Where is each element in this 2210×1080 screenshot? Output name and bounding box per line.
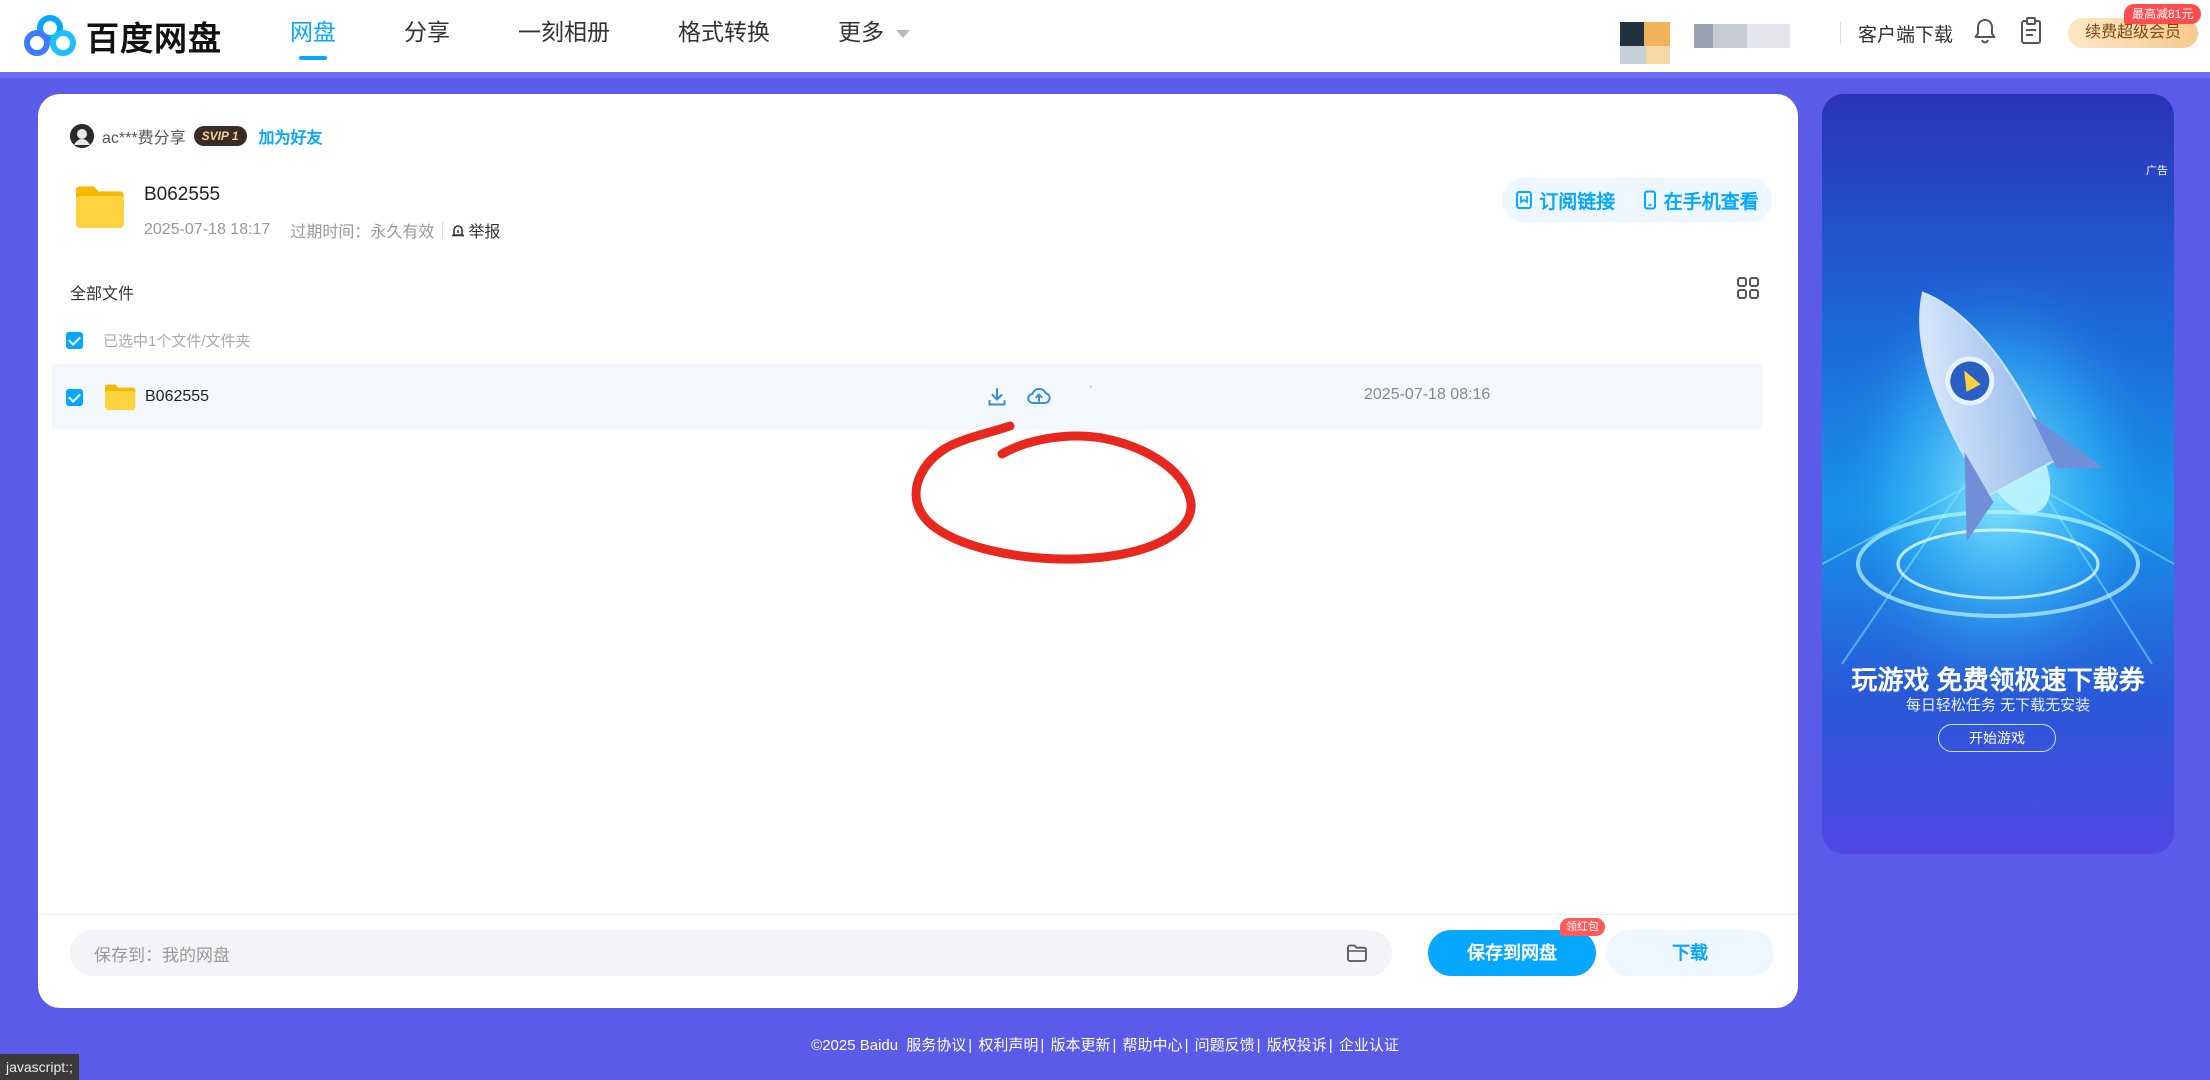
- footer-link-help[interactable]: 帮助中心: [1123, 1037, 1183, 1054]
- folder-icon: [76, 186, 124, 228]
- ad-corner-label: 广告: [2146, 165, 2168, 177]
- select-all-row: 已选中1个文件/文件夹: [66, 330, 251, 351]
- share-actions: 订阅链接 在手机查看: [1502, 178, 1772, 222]
- ad-banner[interactable]: 广告 玩游戏 免费领极速下载券 每日轻松任务 无下载无安装 开始游戏: [1822, 94, 2174, 854]
- view-on-phone-label: 在手机查看: [1663, 191, 1759, 213]
- start-game-button[interactable]: 开始游戏: [1938, 724, 2056, 752]
- footer-link-copyright-complaint[interactable]: 版权投诉: [1267, 1037, 1327, 1054]
- row-checkbox[interactable]: [66, 388, 83, 406]
- ad-subtitle: 每日轻松任务 无下载无安装: [1905, 697, 2091, 714]
- bell-icon[interactable]: [1972, 16, 1998, 46]
- folder-icon: [105, 384, 136, 410]
- footer-link-rights[interactable]: 权利声明: [978, 1037, 1038, 1054]
- share-created-time: 2025-07-18 18:17: [144, 221, 271, 238]
- footer-copyright: ©2025 Baidu: [811, 1037, 899, 1054]
- sharer-avatar[interactable]: [70, 124, 94, 148]
- grid-view-icon[interactable]: [1736, 276, 1760, 300]
- red-ink-annotation: [911, 421, 1196, 564]
- nav-format-convert[interactable]: 格式转换: [678, 0, 770, 72]
- header-divider: [1840, 22, 1841, 44]
- table-row[interactable]: B062555 · 2025-07-18 08:16: [52, 364, 1762, 430]
- meta-separator: [442, 222, 444, 238]
- more-icon[interactable]: ·: [1088, 378, 1093, 396]
- phone-icon: [1643, 190, 1656, 210]
- nav-more[interactable]: 更多: [838, 0, 910, 72]
- user-name-redacted[interactable]: [1694, 24, 1790, 48]
- client-download-link[interactable]: 客户端下载: [1858, 20, 1953, 47]
- save-path-label: 保存到：我的网盘: [94, 945, 230, 965]
- report-label: 举报: [468, 224, 501, 241]
- svip-badge: SVIP 1: [193, 126, 247, 146]
- footer-link-updates[interactable]: 版本更新: [1050, 1037, 1110, 1054]
- save-path-selector[interactable]: 保存到：我的网盘: [70, 930, 1392, 976]
- footer-link-terms[interactable]: 服务协议: [906, 1037, 966, 1054]
- add-friend-link[interactable]: 加为好友: [259, 124, 323, 148]
- ad-title: 玩游戏 免费领极速下载券: [1851, 665, 2145, 695]
- share-expire: 过期时间：永久有效: [290, 224, 435, 241]
- file-modified-time: 2025-07-18 08:16: [1364, 386, 1491, 403]
- brand-logo[interactable]: 百度网盘: [24, 12, 222, 60]
- header-shadow-strip: [0, 72, 2210, 78]
- user-avatar[interactable]: [1620, 22, 1670, 64]
- alarm-icon: [452, 225, 465, 237]
- rocket-illustration: [1822, 234, 2174, 694]
- select-all-checkbox[interactable]: [66, 332, 83, 349]
- report-link[interactable]: 举报: [451, 218, 500, 242]
- share-title: B062555: [144, 184, 221, 205]
- subscribe-link-label: 订阅链接: [1539, 191, 1616, 213]
- save-to-netdisk-button[interactable]: 保存到网盘: [1428, 930, 1596, 976]
- share-meta: 2025-07-18 18:17 过期时间：永久有效 举报: [144, 218, 500, 242]
- browser-status-bar: javascript:;: [0, 1054, 79, 1080]
- vip-discount-badge: 最高减81元: [2124, 4, 2202, 24]
- footer-link-enterprise[interactable]: 企业认证: [1339, 1037, 1399, 1054]
- bookmark-icon: [1516, 191, 1533, 209]
- breadcrumb[interactable]: 全部文件: [70, 280, 134, 304]
- chevron-down-icon: [896, 29, 910, 38]
- sharer-info: ac***费分享 SVIP 1 加为好友: [70, 124, 323, 148]
- bottom-divider: [38, 914, 1798, 915]
- top-navigation-bar: 百度网盘 网盘 分享 一刻相册 格式转换 更多 客户端下载 续费超级会员 最高减…: [0, 0, 2210, 72]
- main-nav: 网盘 分享 一刻相册 格式转换 更多: [290, 0, 978, 72]
- sharer-name[interactable]: ac***费分享: [102, 124, 186, 148]
- baidu-netdisk-logo-icon: [24, 15, 76, 56]
- red-packet-badge: 领红包: [1560, 918, 1605, 936]
- nav-netdisk[interactable]: 网盘: [290, 0, 336, 72]
- clipboard-icon[interactable]: [2018, 16, 2044, 46]
- cloud-upload-icon[interactable]: [1026, 384, 1052, 408]
- page-footer: ©2025 Baidu 服务协议 | 权利声明 | 版本更新 | 帮助中心 | 问题反馈…: [811, 1037, 1399, 1054]
- footer-link-feedback[interactable]: 问题反馈: [1195, 1037, 1255, 1054]
- subscribe-link-button[interactable]: 订阅链接: [1515, 187, 1615, 214]
- selection-summary: 已选中1个文件/文件夹: [103, 333, 251, 350]
- folder-outline-icon[interactable]: [1346, 943, 1368, 963]
- share-card: ac***费分享 SVIP 1 加为好友 B062555 2025-07-18 …: [38, 94, 1798, 1008]
- file-name[interactable]: B062555: [145, 388, 209, 406]
- view-on-phone-button[interactable]: 在手机查看: [1642, 187, 1759, 214]
- brand-name: 百度网盘: [86, 20, 222, 57]
- nav-share[interactable]: 分享: [404, 0, 450, 72]
- nav-more-label: 更多: [838, 19, 884, 45]
- download-button[interactable]: 下载: [1606, 930, 1774, 976]
- nav-moment-album[interactable]: 一刻相册: [518, 0, 610, 72]
- download-icon[interactable]: [986, 386, 1008, 408]
